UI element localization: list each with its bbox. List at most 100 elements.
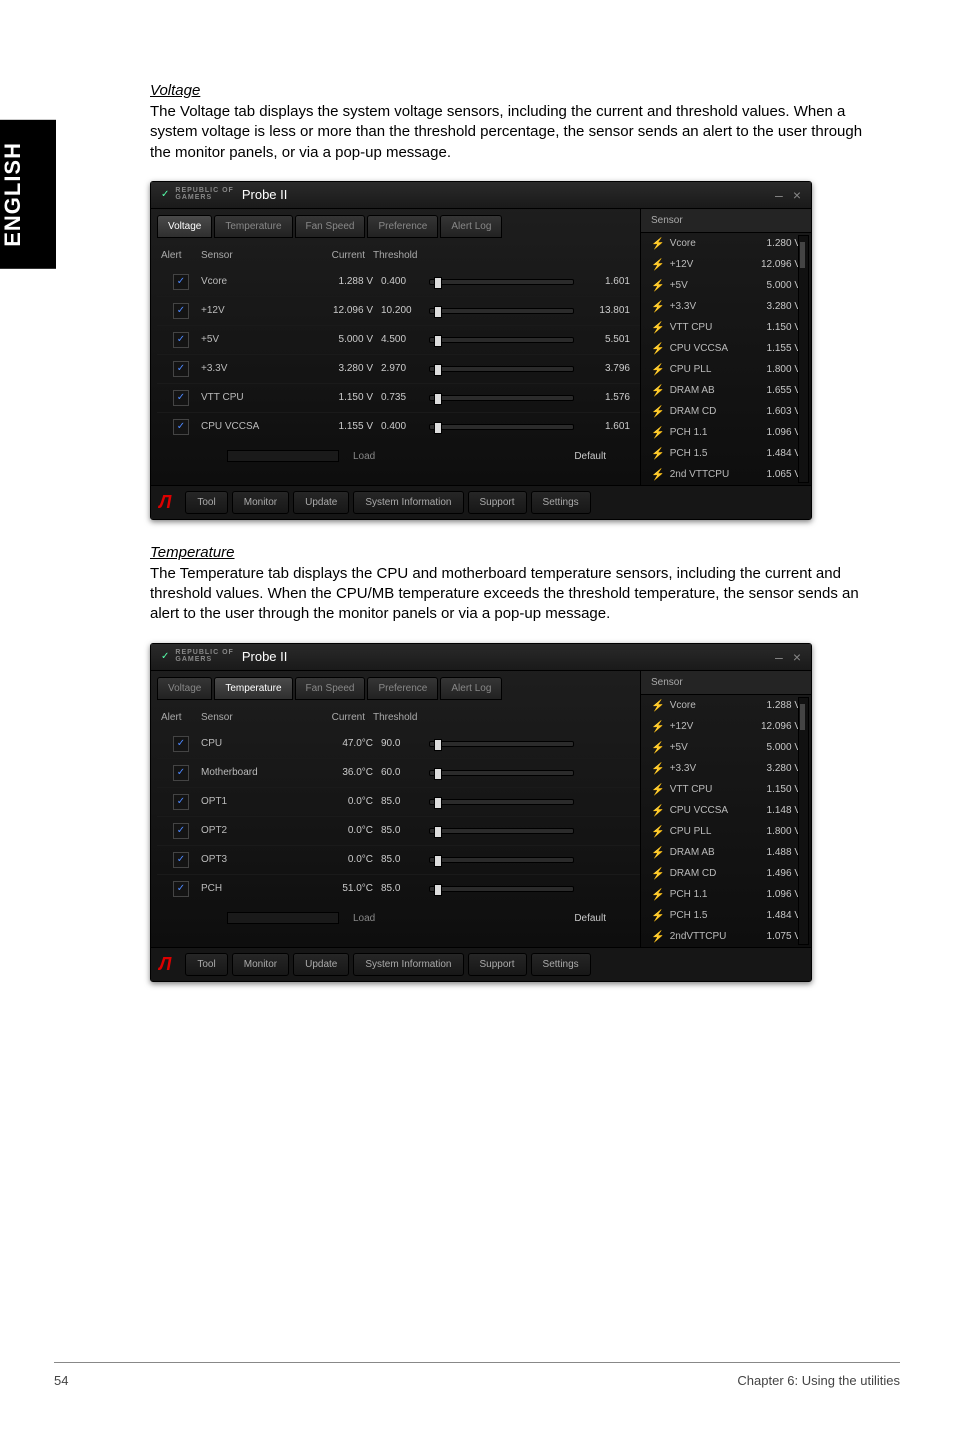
current-value: 1.150 V bbox=[301, 392, 381, 403]
threshold-slider[interactable] bbox=[429, 308, 574, 314]
tab-voltage[interactable]: Voltage bbox=[157, 677, 212, 700]
footer-update-button[interactable]: Update bbox=[293, 491, 349, 514]
load-label: Load bbox=[353, 913, 375, 924]
footer-settings-button[interactable]: Settings bbox=[531, 953, 591, 976]
minimize-icon[interactable]: – bbox=[775, 187, 783, 203]
sensor-name: PCH bbox=[201, 883, 301, 894]
close-icon[interactable]: × bbox=[793, 649, 801, 665]
threshold-slider[interactable] bbox=[429, 799, 574, 805]
col-current: Current bbox=[301, 250, 373, 261]
tab-temperature[interactable]: Temperature bbox=[214, 215, 292, 238]
tab-voltage[interactable]: Voltage bbox=[157, 215, 212, 238]
tab-fan-speed[interactable]: Fan Speed bbox=[295, 677, 366, 700]
alert-checkbox[interactable]: ✓ bbox=[173, 390, 189, 406]
upper-value: 5.501 bbox=[574, 334, 636, 345]
col-threshold: Threshold bbox=[373, 250, 580, 261]
sensor-list-item: ⚡CPU VCCSA1.148 V bbox=[641, 800, 811, 821]
alert-checkbox[interactable]: ✓ bbox=[173, 881, 189, 897]
bolt-icon: ⚡ bbox=[651, 825, 665, 838]
threshold-slider[interactable] bbox=[429, 828, 574, 834]
alert-checkbox[interactable]: ✓ bbox=[173, 736, 189, 752]
footer-monitor-button[interactable]: Monitor bbox=[232, 953, 289, 976]
load-bar bbox=[227, 912, 339, 924]
alert-checkbox[interactable]: ✓ bbox=[173, 419, 189, 435]
bolt-icon: ⚡ bbox=[651, 888, 665, 901]
threshold-slider[interactable] bbox=[429, 741, 574, 747]
alert-checkbox[interactable]: ✓ bbox=[173, 274, 189, 290]
footer-support-button[interactable]: Support bbox=[468, 953, 527, 976]
current-value: 51.0°C bbox=[301, 883, 381, 894]
threshold-slider[interactable] bbox=[429, 395, 574, 401]
tab-fan-speed[interactable]: Fan Speed bbox=[295, 215, 366, 238]
bolt-icon: ⚡ bbox=[651, 279, 665, 292]
footer-tool-button[interactable]: Tool bbox=[185, 491, 227, 514]
sensor-list-name: CPU VCCSA bbox=[670, 343, 767, 354]
sensor-list-value: 1.484 V bbox=[767, 910, 801, 921]
sensor-list-value: 1.065 V bbox=[767, 469, 801, 480]
sensor-list-value: 1.148 V bbox=[767, 805, 801, 816]
alert-checkbox[interactable]: ✓ bbox=[173, 303, 189, 319]
alert-checkbox[interactable]: ✓ bbox=[173, 332, 189, 348]
sensor-list-item: ⚡Vcore1.288 V bbox=[641, 695, 811, 716]
alert-checkbox[interactable]: ✓ bbox=[173, 765, 189, 781]
scrollbar[interactable] bbox=[798, 697, 809, 945]
default-button[interactable]: Default bbox=[556, 909, 624, 928]
sensor-list-value: 1.075 V bbox=[767, 931, 801, 942]
footer-update-button[interactable]: Update bbox=[293, 953, 349, 976]
sensor-list-name: DRAM AB bbox=[670, 385, 767, 396]
tab-temperature[interactable]: Temperature bbox=[214, 677, 292, 700]
threshold-slider[interactable] bbox=[429, 857, 574, 863]
threshold-value: 4.500 bbox=[381, 334, 423, 345]
scrollbar[interactable] bbox=[798, 235, 809, 483]
check-icon: ✓ bbox=[161, 651, 169, 662]
bolt-icon: ⚡ bbox=[651, 930, 665, 943]
current-value: 36.0°C bbox=[301, 767, 381, 778]
page-number: 54 bbox=[54, 1373, 68, 1388]
threshold-value: 85.0 bbox=[381, 883, 423, 894]
tab-preference[interactable]: Preference bbox=[367, 677, 438, 700]
voltage-heading: Voltage bbox=[150, 82, 870, 99]
sensor-name: VTT CPU bbox=[201, 392, 301, 403]
footer-settings-button[interactable]: Settings bbox=[531, 491, 591, 514]
footer-support-button[interactable]: Support bbox=[468, 491, 527, 514]
footer-system-information-button[interactable]: System Information bbox=[353, 953, 463, 976]
sensor-name: +5V bbox=[201, 334, 301, 345]
close-icon[interactable]: × bbox=[793, 187, 801, 203]
threshold-slider[interactable] bbox=[429, 337, 574, 343]
sensor-list-item: ⚡Vcore1.280 V bbox=[641, 233, 811, 254]
threshold-slider[interactable] bbox=[429, 886, 574, 892]
sensor-list-item: ⚡PCH 1.11.096 V bbox=[641, 422, 811, 443]
alert-checkbox[interactable]: ✓ bbox=[173, 823, 189, 839]
tab-alert-log[interactable]: Alert Log bbox=[440, 677, 502, 700]
footer-system-information-button[interactable]: System Information bbox=[353, 491, 463, 514]
sensor-list-name: DRAM AB bbox=[670, 847, 767, 858]
sensor-list-item: ⚡DRAM AB1.488 V bbox=[641, 842, 811, 863]
language-tab: ENGLISH bbox=[0, 120, 56, 269]
current-value: 1.155 V bbox=[301, 421, 381, 432]
bolt-icon: ⚡ bbox=[651, 783, 665, 796]
footer-monitor-button[interactable]: Monitor bbox=[232, 491, 289, 514]
sensor-panel-header: Sensor bbox=[641, 671, 811, 695]
bolt-icon: ⚡ bbox=[651, 405, 665, 418]
threshold-slider[interactable] bbox=[429, 279, 574, 285]
sensor-list-value: 1.096 V bbox=[767, 889, 801, 900]
minimize-icon[interactable]: – bbox=[775, 649, 783, 665]
chapter-label: Chapter 6: Using the utilities bbox=[737, 1373, 900, 1388]
bolt-icon: ⚡ bbox=[651, 741, 665, 754]
sensor-row: ✓OPT20.0°C85.0 bbox=[157, 816, 640, 845]
default-button[interactable]: Default bbox=[556, 447, 624, 466]
tab-alert-log[interactable]: Alert Log bbox=[440, 215, 502, 238]
tab-preference[interactable]: Preference bbox=[367, 215, 438, 238]
sensor-list-value: 5.000 V bbox=[767, 280, 801, 291]
threshold-slider[interactable] bbox=[429, 770, 574, 776]
threshold-slider[interactable] bbox=[429, 424, 574, 430]
threshold-slider[interactable] bbox=[429, 366, 574, 372]
sensor-list-value: 1.484 V bbox=[767, 448, 801, 459]
alert-checkbox[interactable]: ✓ bbox=[173, 794, 189, 810]
sensor-list-item: ⚡DRAM AB1.655 V bbox=[641, 380, 811, 401]
sensor-list-item: ⚡VTT CPU1.150 V bbox=[641, 317, 811, 338]
sensor-list-name: DRAM CD bbox=[670, 406, 767, 417]
alert-checkbox[interactable]: ✓ bbox=[173, 852, 189, 868]
footer-tool-button[interactable]: Tool bbox=[185, 953, 227, 976]
alert-checkbox[interactable]: ✓ bbox=[173, 361, 189, 377]
